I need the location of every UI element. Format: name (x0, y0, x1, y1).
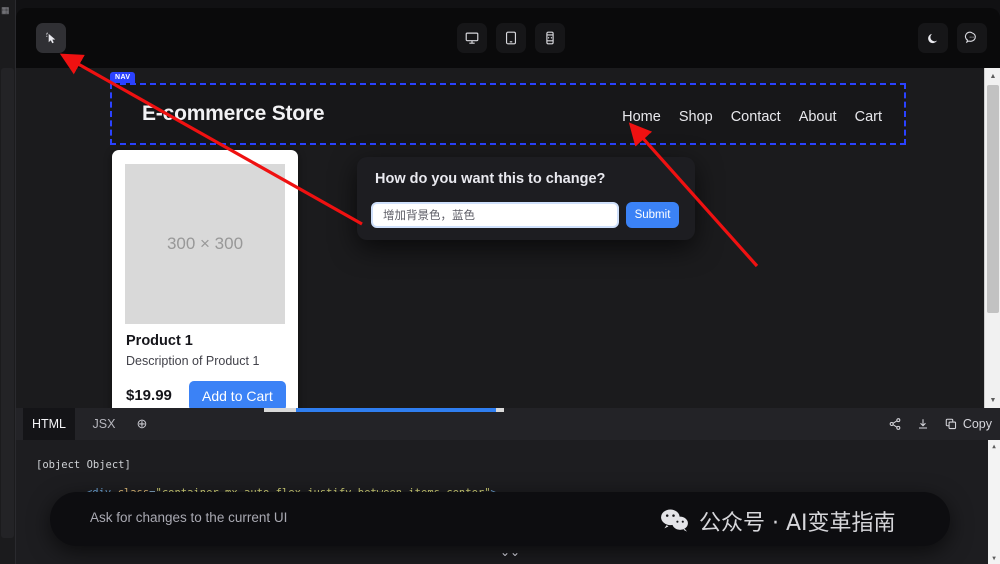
editor-tabbar: HTML JSX ⊕ Copy (16, 408, 1000, 440)
nav-link-home[interactable]: Home (622, 109, 661, 125)
scroll-down-arrow-icon[interactable]: ▼ (985, 392, 1000, 408)
os-strip-panel (1, 68, 14, 538)
change-request-dialog: How do you want this to change? 增加背景色，蓝色… (357, 157, 695, 240)
preview-pane: NAV E-commerce Store Home Shop Contact A… (16, 68, 1000, 408)
scroll-up-arrow-icon[interactable]: ▲ (985, 68, 1000, 84)
add-tab-icon[interactable]: ⊕ (128, 408, 156, 440)
copy-button[interactable]: Copy (944, 417, 992, 431)
code-scrollbar[interactable]: ▲ ▼ (988, 440, 1000, 564)
nav-link-cart[interactable]: Cart (855, 109, 882, 125)
copy-label: Copy (962, 417, 992, 431)
submit-button[interactable]: Submit (626, 202, 679, 228)
preview-canvas: NAV E-commerce Store Home Shop Contact A… (16, 68, 984, 408)
change-request-input[interactable]: 增加背景色，蓝色 (371, 202, 619, 228)
nav-link-contact[interactable]: Contact (731, 109, 781, 125)
select-cursor-icon[interactable] (36, 23, 66, 53)
nav-link-about[interactable]: About (799, 109, 837, 125)
chevron-down-icon[interactable]: ⌄⌄ (500, 546, 520, 558)
mobile-view-button[interactable] (535, 23, 565, 53)
dialog-title: How do you want this to change? (375, 171, 606, 187)
app-root: ▦ NAV E-commerce Store Home Shop Contact… (0, 0, 1000, 564)
code-scroll-up-icon[interactable]: ▲ (988, 440, 1000, 452)
preview-scroll-thumb[interactable] (987, 85, 999, 313)
os-left-strip: ▦ (0, 0, 16, 564)
code-line-object: [object Object] (36, 459, 131, 471)
moon-icon[interactable] (918, 23, 948, 53)
preview-hscroll-thumb[interactable] (296, 408, 496, 412)
editor-actions: Copy (888, 408, 992, 440)
product-card[interactable]: 300 × 300 Product 1 Description of Produ… (112, 150, 298, 408)
tab-jsx[interactable]: JSX (82, 408, 126, 440)
chat-bubble-icon[interactable] (957, 23, 987, 53)
nav-links: Home Shop Contact About Cart (622, 109, 882, 125)
preview-scrollbar[interactable]: ▲ ▼ (984, 68, 1000, 408)
watermark-text: 公众号 · AI变革指南 (699, 511, 896, 536)
ask-changes-input[interactable]: Ask for changes to the current UI (90, 510, 287, 525)
nav-link-shop[interactable]: Shop (679, 109, 713, 125)
selected-nav-region[interactable]: NAV E-commerce Store Home Shop Contact A… (110, 72, 906, 145)
selection-badge: NAV (110, 72, 136, 83)
top-toolbar (16, 8, 1000, 68)
product-price: $19.99 (126, 387, 172, 404)
wechat-icon (661, 509, 688, 532)
download-icon[interactable] (916, 417, 930, 431)
add-to-cart-button[interactable]: Add to Cart (189, 381, 286, 408)
desktop-view-button[interactable] (457, 23, 487, 53)
wechat-watermark: 公众号 · AI变革指南 (660, 505, 896, 537)
code-scroll-down-icon[interactable]: ▼ (988, 552, 1000, 564)
os-app-icon: ▦ (1, 5, 10, 15)
product-description: Description of Product 1 (126, 354, 260, 368)
preview-hscrollbar[interactable] (264, 408, 504, 412)
product-title: Product 1 (126, 333, 193, 349)
product-image-placeholder: 300 × 300 (125, 164, 285, 324)
tab-html[interactable]: HTML (23, 408, 75, 440)
store-title: E-commerce Store (142, 102, 325, 125)
share-icon[interactable] (888, 417, 902, 431)
tablet-view-button[interactable] (496, 23, 526, 53)
